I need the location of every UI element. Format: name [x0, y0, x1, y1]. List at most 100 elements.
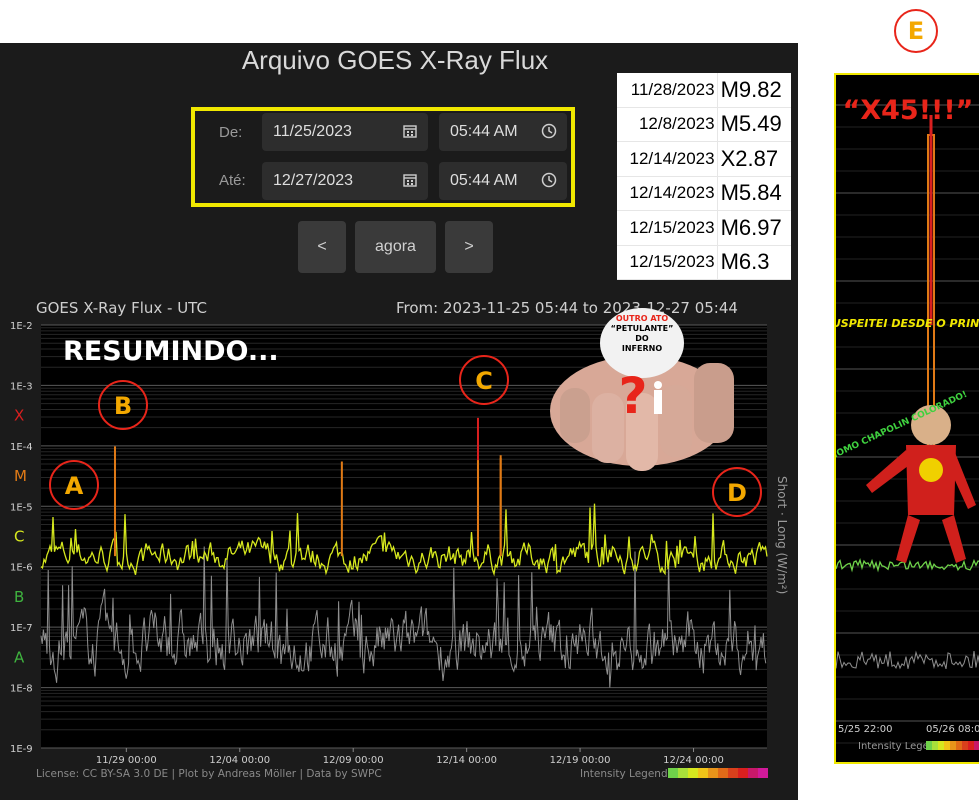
- side-legend-cell: [962, 741, 968, 750]
- legend-swatch-cell: [688, 768, 698, 778]
- legend-swatch-cell: [698, 768, 708, 778]
- side-legend-cell: [968, 741, 974, 750]
- sticker-line2: “PETULANTE”: [611, 324, 674, 333]
- side-legend-cell: [932, 741, 938, 750]
- flare-table: 11/28/2023 M9.82 12/8/2023 M5.49 12/14/2023 X…: [617, 73, 791, 280]
- flare-date: 12/15/2023: [617, 210, 718, 246]
- y-tick-label: 1E-9: [10, 744, 33, 755]
- y-tick-label: 1E-5: [10, 502, 33, 513]
- flare-row: 12/14/2023 M5.84: [617, 176, 791, 211]
- to-label: Até:: [219, 172, 246, 189]
- y-tick-label: 1E-2: [10, 321, 33, 332]
- side-quote: “SUSPEITEI DESDE O PRINCÍPIO!”: [836, 317, 979, 330]
- question-mark-icon: ?: [618, 367, 647, 425]
- page-title: Arquivo GOES X-Ray Flux: [241, 45, 549, 75]
- from-date-input[interactable]: 11/25/2023: [262, 113, 428, 151]
- y-tick-label: 1E-7: [10, 623, 33, 634]
- side-series-short-line: [836, 650, 979, 670]
- flare-row: 12/15/2023 M6.97: [617, 210, 791, 246]
- from-date-value: 11/25/2023: [273, 123, 352, 140]
- annotation-e-label: E: [907, 17, 925, 45]
- previous-button[interactable]: <: [298, 221, 346, 273]
- flare-class: M5.49: [717, 107, 791, 142]
- calendar-icon[interactable]: [402, 172, 418, 188]
- flare-row: 11/28/2023 M9.82: [617, 73, 791, 108]
- intensity-legend-label: Intensity Legend: [580, 768, 668, 780]
- y-tick-label: 1E-8: [10, 684, 33, 695]
- legend-swatch-cell: [728, 768, 738, 778]
- side-x-tick-0: 5/25 22:00: [838, 724, 892, 735]
- to-time-value: 05:44 AM: [450, 172, 518, 189]
- y-axis-label: Short · Long (W/m²): [775, 476, 789, 594]
- legend-swatch-cell: [738, 768, 748, 778]
- side-legend-cell: [956, 741, 962, 750]
- flare-class: X2.87: [717, 141, 791, 177]
- xray-flux-chart-panel: 1E-9 1E-8 1E-7 1E-6 1E-5 1E-4 1E-3 1E-2 A B C M X 1…: [0, 293, 798, 800]
- from-time-input[interactable]: 05:44 AM: [439, 113, 567, 151]
- annotation-c-label: C: [475, 367, 493, 395]
- to-time-input[interactable]: 05:44 AM: [439, 162, 567, 200]
- annotation-a-label: A: [65, 472, 84, 500]
- side-legend-cell: [974, 741, 979, 750]
- y-tick-label: 1E-6: [10, 563, 33, 574]
- sticker-line4: INFERNO: [622, 344, 662, 353]
- flare-date: 12/14/2023: [617, 141, 718, 177]
- side-legend-cell: [938, 741, 944, 750]
- x-tick-label: 12/09 00:00: [323, 755, 384, 766]
- resumindo-text: RESUMINDO...: [63, 336, 279, 367]
- flare-class: M6.3: [717, 245, 791, 280]
- from-time-value: 05:44 AM: [450, 123, 518, 140]
- clock-icon[interactable]: [541, 172, 557, 188]
- xray-flux-chart: 1E-9 1E-8 1E-7 1E-6 1E-5 1E-4 1E-3 1E-2 A B C M X 1…: [10, 299, 789, 780]
- legend-swatch-cell: [678, 768, 688, 778]
- to-date-input[interactable]: 12/27/2023: [262, 162, 428, 200]
- flare-date: 12/8/2023: [617, 107, 718, 142]
- x-tick-label: 12/14 00:00: [436, 755, 497, 766]
- flare-row: 12/15/2023 M6.3: [617, 245, 791, 280]
- legend-swatch-cell: [748, 768, 758, 778]
- annotation-e: E: [894, 9, 938, 53]
- flare-class: M6.97: [717, 210, 791, 246]
- calendar-icon[interactable]: [402, 123, 418, 139]
- now-button[interactable]: agora: [355, 221, 436, 273]
- x-tick-label: 12/19 00:00: [550, 755, 611, 766]
- class-label: B: [14, 588, 24, 606]
- side-legend-cell: [944, 741, 950, 750]
- next-button[interactable]: >: [445, 221, 493, 273]
- flare-class: M9.82: [717, 73, 791, 108]
- to-date-value: 12/27/2023: [273, 172, 354, 189]
- annotation-b-label: B: [114, 392, 132, 420]
- chart-title: GOES X-Ray Flux - UTC: [36, 299, 207, 317]
- side-headline: “X45!!!”: [843, 95, 974, 126]
- side-chart: “X45!!!” “SUSPEITEI DESDE O PRINCÍPIO!” …: [836, 95, 979, 752]
- flare-row: 12/14/2023 X2.87: [617, 141, 791, 177]
- from-label: De:: [219, 124, 243, 141]
- intensity-legend-swatch: [668, 768, 768, 778]
- legend-swatch-cell: [718, 768, 728, 778]
- sticker-line1: OUTRO ATO: [616, 314, 669, 323]
- side-x-tick-1: 05/26 08:00: [926, 724, 979, 735]
- side-intensity-swatch: [926, 741, 979, 750]
- legend-swatch-cell: [708, 768, 718, 778]
- legend-swatch-cell: [668, 768, 678, 778]
- x-tick-label: 12/24 00:00: [663, 755, 724, 766]
- class-label: M: [14, 467, 27, 485]
- class-label: C: [14, 528, 24, 546]
- chart-footer: License: CC BY-SA 3.0 DE | Plot by Andre…: [36, 768, 382, 780]
- sticker-line3: DO: [635, 334, 649, 343]
- chart-range: From: 2023-11-25 05:44 to 2023-12-27 05:…: [396, 299, 738, 317]
- legend-swatch-cell: [758, 768, 768, 778]
- side-legend-cell: [926, 741, 932, 750]
- class-label: A: [14, 648, 25, 666]
- x-tick-label: 12/04 00:00: [209, 755, 270, 766]
- annotation-d-label: D: [727, 479, 747, 507]
- class-label: X: [14, 407, 24, 425]
- flare-date: 12/15/2023: [617, 245, 718, 280]
- flare-row: 12/8/2023 M5.49: [617, 107, 791, 142]
- x-axis-ticks: 11/29 00:00 12/04 00:00 12/09 00:00 12/14 0…: [96, 748, 724, 766]
- flare-date: 12/14/2023: [617, 176, 718, 211]
- y-tick-label: 1E-4: [10, 442, 33, 453]
- x-tick-label: 11/29 00:00: [96, 755, 157, 766]
- flare-class: M5.84: [717, 176, 791, 211]
- clock-icon[interactable]: [541, 123, 557, 139]
